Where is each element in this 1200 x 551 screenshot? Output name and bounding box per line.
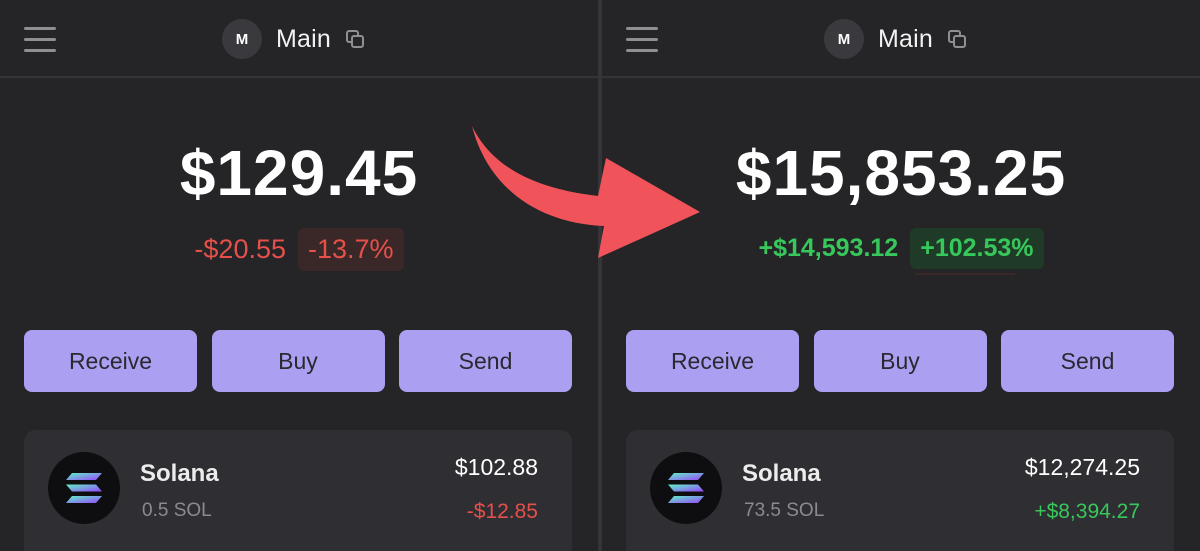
copy-icon[interactable] [345, 29, 365, 49]
token-amount: 0.5 SOL [142, 500, 212, 521]
menu-icon[interactable] [626, 27, 658, 53]
buy-button[interactable]: Buy [813, 330, 987, 392]
token-row-solana[interactable]: Solana 73.5 SOL $12,274.25 +$8,394.27 [626, 430, 1174, 551]
copy-icon[interactable] [947, 29, 967, 49]
wallet-panel-after: M Main $15,853.25 +$14,593.12 +102.53% R… [602, 0, 1200, 551]
receive-button[interactable]: Receive [24, 330, 197, 392]
token-change: +$8,394.27 [1034, 500, 1140, 523]
action-buttons: Receive Buy Send [24, 330, 572, 392]
menu-icon[interactable] [24, 27, 56, 53]
token-value: $102.88 [454, 454, 538, 480]
change-amount: -$20.55 [194, 234, 286, 264]
account-switcher[interactable]: M Main [824, 18, 967, 60]
header: M Main [602, 0, 1200, 78]
solana-logo-icon [650, 452, 722, 524]
action-buttons: Receive Buy Send [626, 330, 1174, 392]
decorative-underline [915, 273, 1015, 275]
token-name: Solana [742, 460, 821, 487]
change-amount: +$14,593.12 [758, 234, 899, 262]
header: M Main [0, 0, 598, 78]
buy-button[interactable]: Buy [211, 330, 385, 392]
wallet-panel-before: M Main $129.45 -$20.55 -13.7% Receive Bu… [0, 0, 598, 551]
avatar: M [824, 19, 864, 59]
token-value: $12,274.25 [1024, 454, 1140, 480]
account-switcher[interactable]: M Main [222, 18, 365, 60]
send-button[interactable]: Send [1001, 330, 1174, 392]
change-percent-badge: +102.53% [910, 228, 1044, 269]
token-amount: 73.5 SOL [744, 500, 825, 521]
change-percent-badge: -13.7% [298, 228, 404, 271]
token-change: -$12.85 [466, 500, 538, 523]
avatar: M [222, 19, 262, 59]
account-name: Main [878, 24, 933, 53]
curved-arrow-icon [472, 126, 700, 258]
send-button[interactable]: Send [399, 330, 572, 392]
token-name: Solana [140, 460, 219, 487]
receive-button[interactable]: Receive [626, 330, 799, 392]
account-name: Main [276, 24, 331, 53]
solana-logo-icon [48, 452, 120, 524]
token-row-solana[interactable]: Solana 0.5 SOL $102.88 -$12.85 [24, 430, 572, 551]
